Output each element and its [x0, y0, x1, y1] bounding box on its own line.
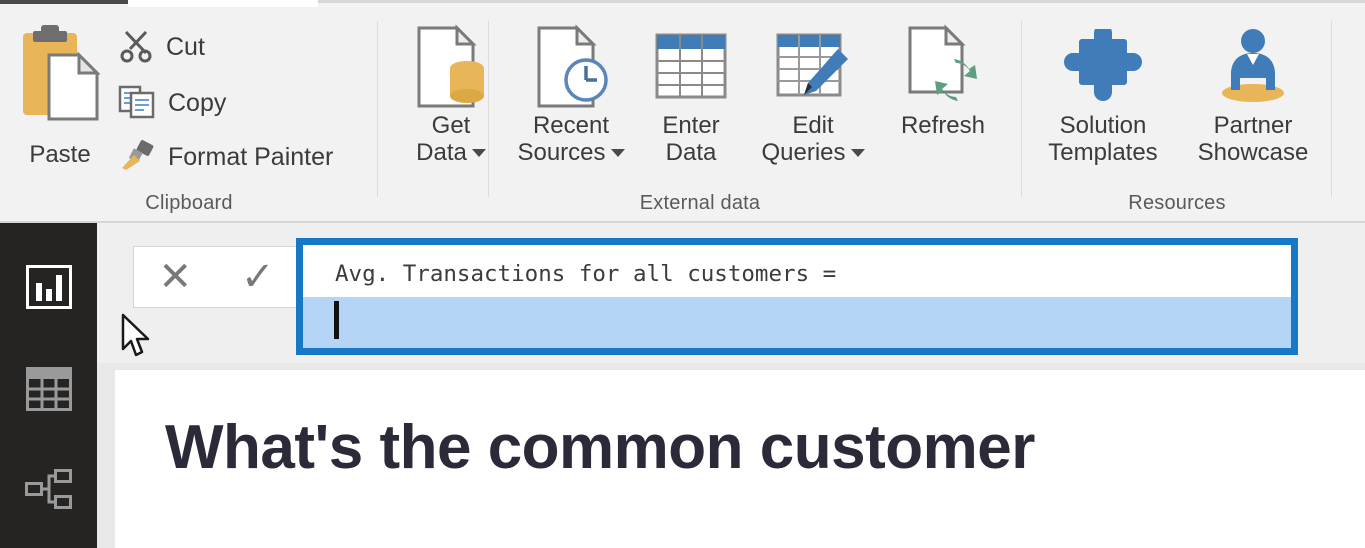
- formula-token-plain: [552, 353, 566, 355]
- ribbon-group-clipped: N Pa: [1332, 7, 1365, 221]
- formula-token-plain: ,: [931, 353, 945, 355]
- formula-token-paren: ): [1188, 353, 1202, 355]
- formula-token-paren: ): [1161, 353, 1175, 355]
- partner-showcase-label-line2: Showcase: [1197, 138, 1309, 166]
- formula-token-fn: ALL: [958, 353, 999, 355]
- ribbon: Paste Cut Copy Format Painter Clipboard …: [0, 7, 1365, 223]
- table-grid-icon: [25, 366, 72, 416]
- get-data-label-line2: Data: [416, 138, 467, 166]
- new-page-icon: [1340, 21, 1365, 113]
- formula-input[interactable]: Avg. Transactions for all customers = CA…: [296, 238, 1298, 355]
- relationships-icon: [24, 467, 73, 516]
- solution-templates-label-line2: Templates: [1048, 138, 1158, 166]
- clipboard-group-label: Clipboard: [145, 192, 233, 214]
- chevron-down-icon[interactable]: [850, 148, 865, 157]
- tab-active-indicator[interactable]: [0, 0, 128, 4]
- partner-showcase-button[interactable]: Partner Showcase: [1178, 21, 1328, 181]
- formula-action-buttons: ✕ ✓: [133, 246, 300, 308]
- formula-token-plain: [1175, 353, 1189, 355]
- solution-templates-button[interactable]: Solution Templates: [1028, 21, 1178, 181]
- edit-queries-icon: [748, 21, 878, 113]
- ribbon-group-resources: Solution Templates Partner Showcase Reso…: [1022, 7, 1332, 221]
- enter-data-label-line1: Enter: [662, 112, 720, 139]
- solution-templates-label-line1: Solution: [1059, 112, 1147, 139]
- cut-label: Cut: [166, 32, 205, 61]
- text-caret: [334, 301, 339, 339]
- partner-showcase-label-line1: Partner: [1213, 112, 1293, 139]
- get-data-icon: [386, 21, 516, 113]
- formula-line-2: CALCULATE( [Transactions per Customer], …: [303, 297, 1291, 355]
- formula-token-ref: [Transactions per Customer]: [565, 353, 931, 355]
- enter-data-label-line2: Data: [665, 138, 717, 166]
- puzzle-piece-icon: [1028, 21, 1178, 113]
- refresh-label: Refresh: [900, 112, 986, 139]
- copy-button[interactable]: Copy: [118, 81, 226, 125]
- get-data-label-line1: Get: [431, 112, 471, 139]
- group-divider: [488, 21, 489, 197]
- sidebar-item-model-view[interactable]: [0, 451, 97, 531]
- paste-button[interactable]: Paste: [14, 21, 106, 171]
- ribbon-tab-strip: [0, 0, 1365, 7]
- refresh-button[interactable]: Refresh: [878, 21, 1008, 181]
- resources-group-label: Resources: [1128, 192, 1226, 214]
- formula-line-1: Avg. Transactions for all customers =: [335, 261, 837, 287]
- cut-button[interactable]: Cut: [118, 25, 205, 69]
- sidebar-item-data-view[interactable]: [0, 351, 97, 431]
- formula-token-paren: (: [999, 353, 1013, 355]
- person-icon: [1178, 21, 1328, 113]
- ribbon-group-clipboard: Paste Cut Copy Format Painter Clipboard: [0, 7, 378, 221]
- copy-icon: [118, 83, 156, 124]
- paste-label: Paste: [29, 141, 91, 168]
- edit-queries-label-line1: Edit: [792, 112, 834, 139]
- recent-sources-icon: [506, 21, 636, 113]
- format-painter-button[interactable]: Format Painter: [118, 135, 333, 179]
- chevron-down-icon[interactable]: [610, 148, 625, 157]
- tab-next[interactable]: [128, 0, 318, 7]
- external-data-group-label: External data: [639, 192, 761, 214]
- accept-formula-button[interactable]: ✓: [241, 257, 275, 297]
- mouse-cursor: [121, 313, 155, 366]
- edit-queries-button[interactable]: Edit Queries: [748, 21, 878, 181]
- ribbon-group-external-data: Get Data Recent Sources Enter Data Edit …: [378, 7, 1022, 221]
- enter-data-icon: [626, 21, 756, 113]
- edit-queries-label-line2: Queries: [761, 138, 846, 166]
- copy-label: Copy: [168, 88, 227, 117]
- enter-data-button[interactable]: Enter Data: [626, 21, 756, 181]
- chevron-down-icon[interactable]: [471, 148, 486, 157]
- report-page[interactable]: What's the common customer: [115, 370, 1365, 548]
- format-painter-icon: [118, 138, 156, 177]
- recent-sources-label-line2: Sources: [517, 138, 606, 166]
- view-rail: [0, 223, 97, 548]
- bar-chart-icon: [25, 264, 72, 314]
- formula-token-fn: CALCULATE: [416, 353, 538, 355]
- recent-sources-button[interactable]: Recent Sources: [506, 21, 636, 181]
- new-page-button[interactable]: N Pa: [1340, 21, 1365, 167]
- paste-icon: [17, 25, 103, 129]
- formula-token-paren: (: [538, 353, 552, 355]
- power-bi-window: Paste Cut Copy Format Painter Clipboard …: [0, 0, 1365, 548]
- format-painter-label: Format Painter: [168, 142, 334, 171]
- scissors-icon: [118, 27, 154, 68]
- recent-sources-label-line1: Recent: [532, 112, 610, 139]
- page-title: What's the common customer: [165, 413, 1035, 482]
- sidebar-item-report-view[interactable]: [0, 249, 97, 329]
- tab-strip-rest: [318, 0, 1365, 3]
- cancel-formula-button[interactable]: ✕: [158, 257, 192, 297]
- report-canvas-area: What's the common customer: [97, 363, 1365, 548]
- get-data-button[interactable]: Get Data: [386, 21, 516, 181]
- refresh-icon: [878, 21, 1008, 113]
- formula-token-plain: Customers: [1012, 353, 1161, 355]
- formula-token-plain: [945, 353, 959, 355]
